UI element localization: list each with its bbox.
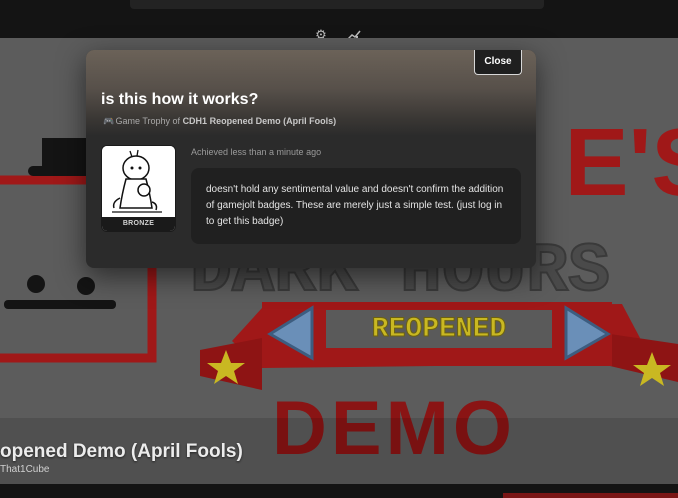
trophy-drawing bbox=[102, 146, 175, 218]
top-strip bbox=[130, 0, 544, 9]
art-top-letters: E'S bbox=[565, 109, 678, 216]
badge-tier-label: BRONZE bbox=[102, 217, 175, 231]
svg-text:E'S: E'S bbox=[565, 109, 678, 216]
game-developer[interactable]: That1Cube bbox=[0, 464, 49, 475]
bottom-accent bbox=[503, 493, 678, 498]
top-bar: ⚙ bbox=[0, 0, 678, 42]
trophy-badge-image: BRONZE bbox=[101, 145, 176, 232]
close-button[interactable]: Close bbox=[474, 50, 522, 75]
game-title[interactable]: opened Demo (April Fools) bbox=[0, 441, 243, 463]
game-link[interactable]: CDH1 Reopened Demo (April Fools) bbox=[183, 116, 337, 126]
achieved-time: Achieved less than a minute ago bbox=[191, 147, 322, 157]
bottom-bar bbox=[0, 484, 678, 498]
art-banner-text: REOPENED bbox=[372, 314, 506, 345]
trophy-meta-prefix: Game Trophy of bbox=[115, 116, 181, 126]
trophy-meta: 🎮 Game Trophy of CDH1 Reopened Demo (Apr… bbox=[103, 116, 336, 127]
gamepad-icon: 🎮 bbox=[103, 116, 115, 126]
trophy-description-box: doesn't hold any sentimental value and d… bbox=[191, 168, 521, 244]
trophy-title: is this how it works? bbox=[101, 91, 259, 108]
trophy-description: doesn't hold any sentimental value and d… bbox=[206, 184, 504, 227]
trophy-modal: Close is this how it works? 🎮 Game Troph… bbox=[86, 50, 536, 268]
